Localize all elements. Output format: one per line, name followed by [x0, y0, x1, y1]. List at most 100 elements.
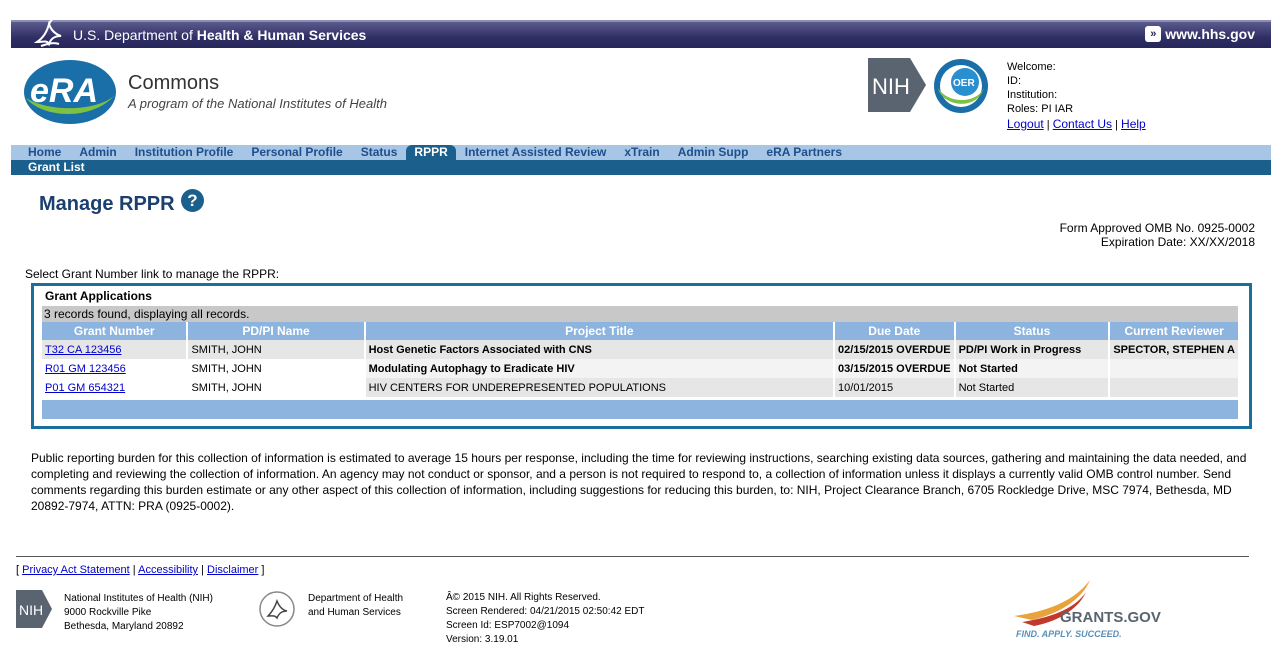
- grants-gov-name: GRANTS.GOV: [1060, 609, 1161, 626]
- account-links: Logout | Contact Us | Help: [1007, 117, 1146, 131]
- nav-institution-profile[interactable]: Institution Profile: [126, 145, 243, 160]
- screen-id: Screen Id: ESP7002@1094: [446, 620, 570, 631]
- disclaimer-link[interactable]: Disclaimer: [207, 564, 258, 576]
- pi-name-cell: SMITH, JOHN: [187, 359, 366, 378]
- hhs-banner: U.S. Department of Health & Human Servic…: [11, 16, 1271, 48]
- grid-caption: Grant Applications: [45, 289, 152, 303]
- hhs-department-name: U.S. Department of Health & Human Servic…: [73, 27, 366, 43]
- status-cell: PD/PI Work in Progress: [954, 340, 1111, 359]
- nih-logo: NIH: [868, 58, 926, 112]
- accessibility-link[interactable]: Accessibility: [138, 564, 198, 576]
- oer-logo: OER: [934, 59, 988, 113]
- record-count: 3 records found, displaying all records.: [42, 306, 1238, 322]
- omb-info: Form Approved OMB No. 0925-0002 Expirati…: [1060, 221, 1255, 249]
- due-date-cell: 03/15/2015 OVERDUE: [834, 359, 956, 378]
- footer-divider: [16, 556, 1249, 557]
- nih-address-line: National Institutes of Health (NIH): [64, 593, 213, 604]
- sub-nav: Grant List: [11, 160, 1271, 175]
- col-pdpi-name[interactable]: PD/PI Name: [187, 322, 366, 340]
- nav-personal-profile[interactable]: Personal Profile: [242, 145, 351, 160]
- commons-subtitle: A program of the National Institutes of …: [128, 96, 387, 111]
- reviewer-cell: SPECTOR, STEPHEN A: [1109, 340, 1238, 359]
- table-row: R01 GM 123456 SMITH, JOHN Modulating Aut…: [42, 359, 1238, 378]
- main-nav: Home Admin Institution Profile Personal …: [11, 145, 1271, 160]
- logout-link[interactable]: Logout: [1007, 117, 1044, 131]
- welcome-label: Welcome:: [1007, 61, 1056, 73]
- grant-number-link[interactable]: R01 GM 123456: [45, 363, 126, 375]
- grant-number-cell: R01 GM 123456: [42, 359, 189, 378]
- footer-nih-logo-text: NIH: [19, 602, 43, 618]
- privacy-act-link[interactable]: Privacy Act Statement: [22, 564, 130, 576]
- nih-logo-text: NIH: [872, 74, 910, 99]
- grants-gov-logo: GRANTS.GOV FIND. APPLY. SUCCEED.: [1014, 580, 1161, 639]
- status-cell: Not Started: [954, 359, 1111, 378]
- pi-name-cell: SMITH, JOHN: [187, 378, 366, 397]
- hhs-site-link[interactable]: » www.hhs.gov: [1145, 26, 1255, 42]
- contact-us-link[interactable]: Contact Us: [1053, 117, 1112, 131]
- welcome-panel: Welcome: ID: Institution: Roles: PI IAR …: [1007, 60, 1146, 132]
- nih-address-line: 9000 Rockville Pike: [64, 607, 152, 618]
- table-header-row: Grant Number PD/PI Name Project Title Du…: [42, 322, 1238, 340]
- nav-admin-supp[interactable]: Admin Supp: [669, 145, 758, 160]
- double-arrow-icon: »: [1145, 26, 1162, 42]
- nav-xtrain[interactable]: xTrain: [615, 145, 668, 160]
- hhs-dept-bold: Health & Human Services: [196, 27, 367, 43]
- nav-internet-assisted-review[interactable]: Internet Assisted Review: [456, 145, 616, 160]
- omb-number: Form Approved OMB No. 0925-0002: [1059, 221, 1255, 235]
- nav-rppr[interactable]: RPPR: [406, 145, 456, 160]
- project-title-cell: HIV CENTERS FOR UNDEREPRESENTED POPULATI…: [364, 378, 836, 397]
- hhs-footer-line: and Human Services: [308, 607, 401, 618]
- nav-status[interactable]: Status: [352, 145, 407, 160]
- due-date-cell: 02/15/2015 OVERDUE: [834, 340, 956, 359]
- grants-gov-tagline: FIND. APPLY. SUCCEED.: [1016, 629, 1122, 639]
- grant-number-link[interactable]: T32 CA 123456: [45, 344, 121, 356]
- hhs-footer-name: Department of Health and Human Services: [308, 592, 403, 620]
- instruction-text: Select Grant Number link to manage the R…: [25, 267, 280, 281]
- omb-expiration: Expiration Date: XX/XX/2018: [1100, 235, 1255, 249]
- hhs-eagle-icon: [33, 16, 62, 47]
- table-row: P01 GM 654321 SMITH, JOHN HIV CENTERS FO…: [42, 378, 1238, 397]
- hhs-seal-icon: [259, 591, 295, 627]
- version-text: Version: 3.19.01: [446, 634, 519, 645]
- id-label: ID:: [1007, 75, 1022, 87]
- footer-links: [ Privacy Act Statement | Accessibility …: [16, 564, 265, 576]
- status-cell: Not Started: [954, 378, 1111, 397]
- col-due-date[interactable]: Due Date: [834, 322, 956, 340]
- due-date-cell: 10/01/2015: [834, 378, 956, 397]
- pi-name-cell: SMITH, JOHN: [187, 340, 366, 359]
- nav-admin[interactable]: Admin: [70, 145, 125, 160]
- era-logo-text: eRA: [30, 72, 98, 110]
- commons-title: Commons: [128, 72, 220, 94]
- project-title-cell: Modulating Autophagy to Eradicate HIV: [364, 359, 836, 378]
- copyright-text: Â© 2015 NIH. All Rights Reserved.: [446, 592, 601, 603]
- nav-era-partners[interactable]: eRA Partners: [757, 145, 851, 160]
- col-status[interactable]: Status: [954, 322, 1111, 340]
- col-grant-number[interactable]: Grant Number: [42, 322, 189, 340]
- footer-nih-logo: NIH: [16, 590, 52, 628]
- grid-footer-bar: [42, 400, 1238, 419]
- col-current-reviewer[interactable]: Current Reviewer: [1109, 322, 1238, 340]
- grant-number-cell: T32 CA 123456: [42, 340, 189, 359]
- nih-address: National Institutes of Health (NIH) 9000…: [64, 592, 213, 634]
- reviewer-cell: [1109, 378, 1238, 397]
- nih-address-line: Bethesda, Maryland 20892: [64, 621, 184, 632]
- help-link[interactable]: Help: [1121, 117, 1146, 131]
- col-project-title[interactable]: Project Title: [364, 322, 836, 340]
- screen-metadata: Â© 2015 NIH. All Rights Reserved. Screen…: [446, 591, 644, 647]
- project-title-cell: Host Genetic Factors Associated with CNS: [364, 340, 836, 359]
- burden-statement: Public reporting burden for this collect…: [31, 451, 1247, 513]
- grant-table: Grant Number PD/PI Name Project Title Du…: [42, 322, 1238, 397]
- grant-number-link[interactable]: P01 GM 654321: [45, 382, 125, 394]
- institution-label: Institution:: [1007, 89, 1058, 101]
- screen-rendered: Screen Rendered: 04/21/2015 02:50:42 EDT: [446, 606, 645, 617]
- help-icon[interactable]: ?: [181, 189, 204, 212]
- page-title: Manage RPPR: [39, 193, 175, 215]
- grant-applications-panel: Grant Applications 3 records found, disp…: [31, 283, 1252, 429]
- nav-home[interactable]: Home: [11, 145, 70, 160]
- roles-label: Roles: PI IAR: [1007, 103, 1074, 115]
- subnav-grant-list[interactable]: Grant List: [28, 160, 85, 175]
- oer-logo-text: OER: [953, 78, 975, 89]
- hhs-footer-line: Department of Health: [308, 593, 404, 604]
- era-logo: eRA: [24, 60, 116, 124]
- hhs-dept-prefix: U.S. Department of: [73, 27, 193, 43]
